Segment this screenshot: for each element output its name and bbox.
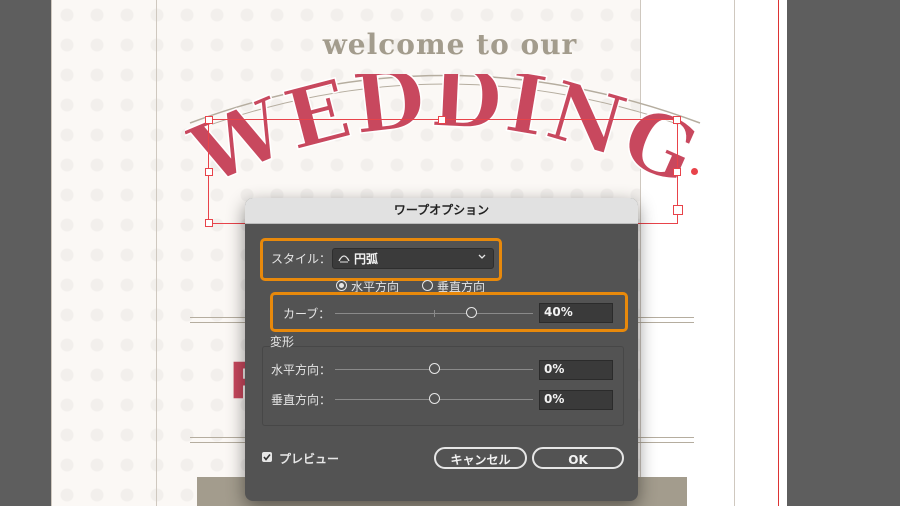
ok-button[interactable]: OK	[532, 447, 624, 469]
anchor-point[interactable]	[691, 168, 698, 175]
style-highlight-box	[260, 238, 502, 281]
distort-horizontal-slider-knob[interactable]	[429, 363, 440, 374]
selection-handle-top-middle[interactable]	[438, 116, 446, 124]
distort-vertical-value: 0%	[544, 392, 565, 406]
curve-highlight-box	[270, 292, 628, 332]
distortion-group	[262, 346, 624, 426]
deco-rule	[632, 317, 694, 318]
horizontal-radio[interactable]	[336, 280, 347, 291]
preview-label: プレビュー	[279, 452, 340, 466]
distort-horizontal-label: 水平方向：	[271, 363, 332, 377]
paper-inner-line-left	[156, 0, 157, 506]
checkmark-icon	[263, 454, 271, 461]
distort-vertical-label: 垂直方向：	[271, 393, 332, 407]
distort-vertical-slider-knob[interactable]	[429, 393, 440, 404]
distort-horizontal-field[interactable]: 0%	[539, 360, 613, 380]
selection-handle-middle-left[interactable]	[205, 168, 213, 176]
selection-handle-top-right[interactable]	[673, 116, 681, 124]
cancel-button[interactable]: キャンセル	[434, 447, 527, 469]
deco-rule	[632, 442, 694, 443]
vertical-radio[interactable]	[422, 280, 433, 291]
selection-handle-bottom-left[interactable]	[205, 219, 213, 227]
paper-inner-line-right	[734, 0, 735, 506]
distortion-group-label: 変形	[270, 335, 295, 349]
welcome-text: welcome to our	[322, 28, 578, 61]
dialog-title: ワープオプション	[245, 198, 638, 224]
preview-checkbox[interactable]	[262, 452, 272, 462]
deco-rule	[190, 322, 250, 323]
warp-options-dialog: ワープオプション スタイル： 円弧 水平方向 垂直方向 カーブ： 40% 変形 …	[245, 198, 638, 501]
deco-rule	[632, 437, 694, 438]
distort-horizontal-value: 0%	[544, 362, 565, 376]
selection-handle-top-left[interactable]	[205, 116, 213, 124]
deco-rule	[190, 442, 250, 443]
distort-vertical-field[interactable]: 0%	[539, 390, 613, 410]
deco-rule	[190, 437, 250, 438]
deco-rule	[190, 317, 250, 318]
selection-handle-bottom-right[interactable]	[673, 205, 683, 215]
deco-rule	[632, 322, 694, 323]
selection-handle-middle-right[interactable]	[673, 168, 681, 176]
